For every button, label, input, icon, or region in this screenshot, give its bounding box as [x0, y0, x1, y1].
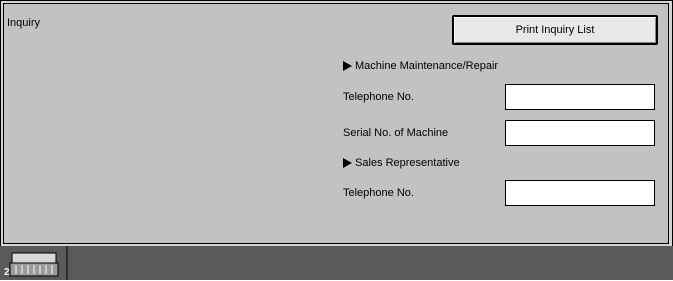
serial-number-label: Serial No. of Machine [343, 127, 449, 139]
paper-tray-icon: 2 [4, 252, 59, 278]
sales-telephone-label: Telephone No. [343, 187, 414, 199]
sales-heading-label: Sales Representative [355, 157, 460, 169]
maintenance-telephone-label: Telephone No. [343, 91, 414, 103]
page-title: Inquiry [7, 17, 41, 29]
right-arrow-icon [343, 61, 352, 71]
right-arrow-icon [343, 158, 352, 168]
maintenance-heading-label: Machine Maintenance/Repair [355, 60, 499, 72]
maintenance-heading: Machine Maintenance/Repair [343, 60, 498, 72]
status-bar [0, 246, 673, 280]
print-inquiry-list-button[interactable]: Print Inquiry List [452, 15, 658, 45]
tray-number: 2 [4, 267, 10, 278]
paper-tray-indicator: 2 [4, 248, 64, 278]
serial-number-field[interactable] [505, 120, 655, 146]
sales-heading: Sales Representative [343, 157, 460, 169]
sales-telephone-field[interactable] [505, 180, 655, 206]
status-divider [66, 246, 68, 280]
maintenance-telephone-field[interactable] [505, 84, 655, 110]
